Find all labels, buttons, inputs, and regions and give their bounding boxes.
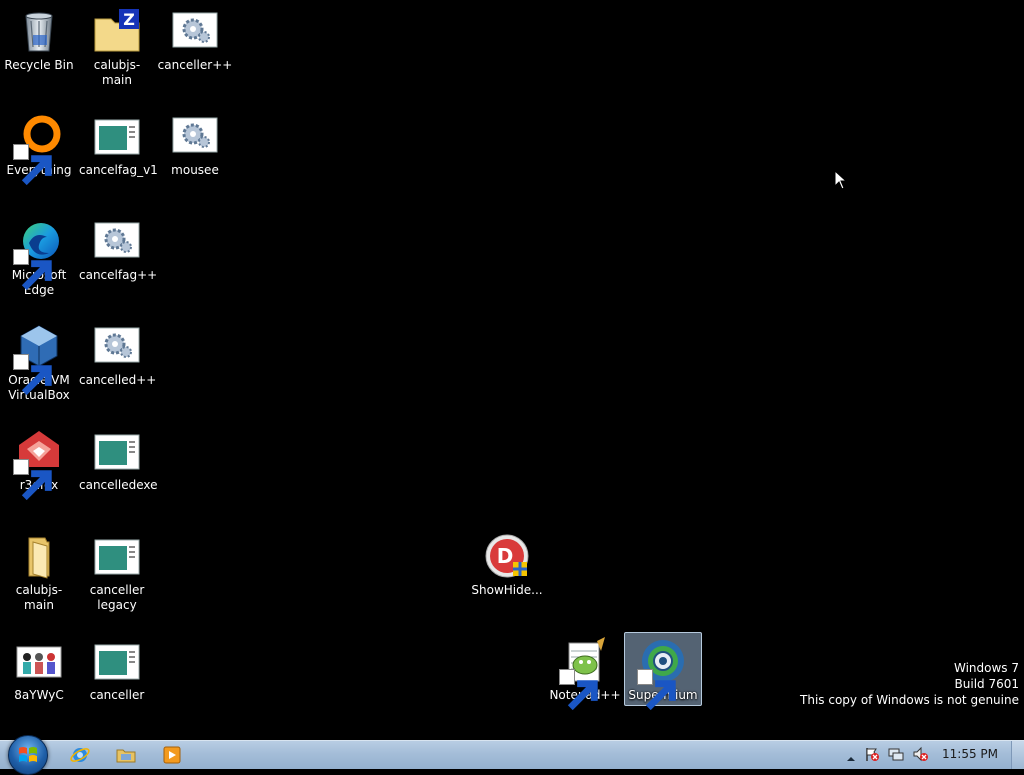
desktop-icon-label: mousee (171, 163, 219, 177)
desktop-icon-recycle-bin[interactable]: Recycle Bin (0, 2, 78, 76)
system-tray: 11:55 PM (824, 741, 1024, 769)
media-player-icon (163, 746, 181, 764)
taskbar-clock[interactable]: 11:55 PM (942, 747, 998, 761)
window-app-icon (93, 637, 141, 685)
r3dfox-icon (13, 427, 63, 501)
desktop-icon-cancelfag-v1[interactable]: cancelfag_v1 (78, 107, 158, 181)
virtualbox-icon (13, 322, 63, 396)
shortcut-arrow-icon (13, 354, 52, 396)
desktop-icon-label: calubjs-main (15, 583, 63, 612)
folder-icon (15, 532, 63, 580)
desktop-icon-microsoft-edge[interactable]: Microsoft Edge (0, 212, 78, 301)
watermark-os-name: Windows 7 (953, 661, 1019, 675)
showhide-icon: D (483, 532, 531, 580)
desktop-icon-canceller-plus[interactable]: canceller++ (156, 2, 234, 76)
desktop-icon-canceller-legacy[interactable]: canceller legacy (78, 527, 156, 616)
taskbar-media-player[interactable] (154, 743, 190, 767)
desktop-icon-label: canceller++ (157, 58, 233, 72)
supermium-icon (637, 637, 687, 711)
gear-app-icon (171, 7, 219, 55)
action-center-flag-icon[interactable] (864, 746, 880, 762)
desktop-icon-label: cancelfag++ (79, 268, 158, 282)
desktop-icon-cancelled-plus[interactable]: cancelled++ (78, 317, 156, 391)
network-icon[interactable] (888, 746, 904, 762)
show-hidden-icons-arrow-icon[interactable] (846, 749, 856, 761)
shortcut-arrow-icon (637, 669, 676, 711)
show-desktop-button[interactable] (1011, 741, 1024, 769)
desktop-icon-label: cancelfag_v1 (79, 163, 158, 177)
desktop-icon-label: cancelled++ (79, 373, 157, 387)
everything-icon (13, 112, 63, 186)
desktop-icon-label: canceller legacy (89, 583, 145, 612)
ie-icon (70, 748, 90, 762)
recycle-bin-icon (15, 7, 63, 55)
genuine-windows-watermark: Windows 7 Build 7601 This copy of Window… (800, 660, 1019, 708)
desktop-icon-8aywyc[interactable]: 8aYWyC (0, 632, 78, 706)
desktop-icon-mousee[interactable]: mousee (156, 107, 234, 181)
desktop-icon-calubjs-main-folder[interactable]: calubjs-main (0, 527, 78, 616)
shortcut-arrow-icon (13, 144, 52, 186)
taskbar-internet-explorer[interactable] (62, 743, 98, 767)
desktop-icon-label: ShowHide... (471, 583, 543, 597)
volume-muted-icon[interactable] (912, 746, 928, 762)
watermark-not-genuine: This copy of Windows is not genuine (800, 693, 1019, 707)
start-button[interactable] (8, 735, 48, 775)
explorer-folder-icon (116, 749, 136, 763)
gear-app-icon (93, 217, 141, 265)
shortcut-arrow-icon (559, 669, 598, 711)
desktop-icon-calubjs-main-zip[interactable]: Z calubjs-main (78, 2, 156, 91)
desktop-icon-label: 8aYWyC (14, 688, 64, 702)
desktop-icon-supermium[interactable]: Supermium (624, 632, 702, 711)
image-icon (15, 637, 63, 685)
desktop-icon-r3dfox[interactable]: r3dfox (0, 422, 78, 501)
desktop-icon-oracle-vm-virtualbox[interactable]: Oracle VM VirtualBox (0, 317, 78, 406)
zip-folder-icon: Z (93, 7, 141, 55)
desktop-icon-cancelfag-plus[interactable]: cancelfag++ (78, 212, 158, 286)
watermark-build: Build 7601 (954, 677, 1019, 691)
desktop-icon-notepad-plus-plus[interactable]: Notepad++ (546, 632, 624, 711)
mouse-pointer-icon (834, 169, 848, 190)
shortcut-arrow-icon (13, 459, 52, 501)
shortcut-arrow-icon (13, 249, 52, 291)
svg-text:D: D (497, 544, 514, 568)
desktop-icon-cancelledexe[interactable]: cancelledexe (78, 422, 158, 496)
windows-logo-icon (19, 747, 37, 762)
gear-app-icon (171, 112, 219, 160)
desktop-icon-canceller[interactable]: canceller (78, 632, 156, 706)
svg-text:Z: Z (123, 10, 135, 29)
desktop-icon-label: Recycle Bin (4, 58, 74, 72)
window-app-icon (93, 532, 141, 580)
desktop-icon-showhide[interactable]: D ShowHide... (468, 527, 546, 601)
desktop-icon-everything[interactable]: Everything (0, 107, 78, 186)
window-app-icon (93, 112, 141, 160)
window-app-icon (93, 427, 141, 475)
desktop-icon-label: canceller (89, 688, 145, 702)
gear-app-icon (93, 322, 141, 370)
desktop-icon-label: cancelledexe (79, 478, 158, 492)
edge-icon (13, 217, 63, 291)
desktop[interactable]: Recycle Bin Everything Microsoft Edge Or… (0, 0, 1024, 740)
notepadpp-icon (559, 637, 609, 711)
taskbar-windows-explorer[interactable] (108, 743, 144, 767)
desktop-icon-label: calubjs-main (93, 58, 141, 87)
taskbar: 11:55 PM (0, 735, 1024, 775)
